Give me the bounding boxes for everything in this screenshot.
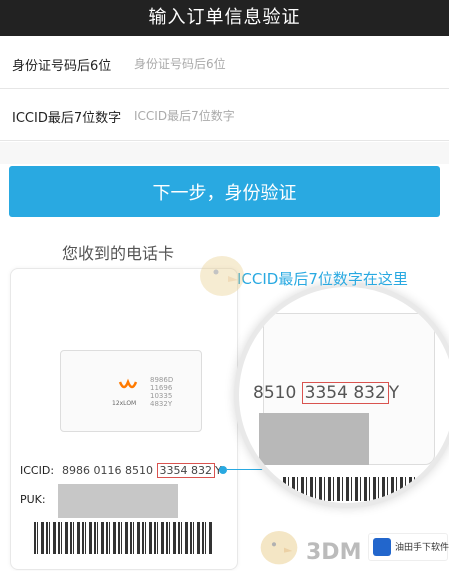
carrier-logo-icon <box>118 378 138 389</box>
iccid-callout: ICCID最后7位数字在这里 <box>237 270 408 288</box>
section-gap <box>0 142 449 164</box>
id-number-label: 身份证号码后6位 <box>12 58 112 74</box>
sim-number-line: 11696 <box>150 384 173 392</box>
sim-number-line: 8986D <box>150 376 174 384</box>
iccid-label: ICCID最后7位数字 <box>12 110 122 126</box>
id-number-row: 身份证号码后6位 <box>0 40 449 89</box>
mascot-watermark-icon <box>260 531 298 565</box>
magnified-barcode <box>283 477 443 501</box>
magnifier-circle: 8510 3354 832 Y <box>234 282 449 508</box>
magnified-puk-box <box>259 413 369 465</box>
sim-iccid-line: ICCID:8986 0116 8510 3354 832Y <box>20 463 222 478</box>
site-logo-icon <box>373 538 391 556</box>
watermark-3dm: 3DM <box>306 540 362 565</box>
mascot-watermark-icon <box>200 256 244 296</box>
magnified-iccid: 8510 3354 832 Y <box>253 382 400 404</box>
sim-puk-label: PUK: <box>20 493 46 506</box>
iccid-input[interactable] <box>132 108 416 124</box>
site-watermark: 油田手下软件网 <box>368 533 449 561</box>
sim-brand-text: 12xLOM <box>112 400 137 407</box>
sim-numbers: 8986D 11696 10335 4832Y <box>150 376 173 408</box>
page-title: 输入订单信息验证 <box>0 0 449 36</box>
sim-iccid-highlight: 3354 832 <box>156 463 216 478</box>
mag-iccid-suffix: Y <box>388 383 400 403</box>
sim-iccid-label: ICCID: <box>20 464 55 477</box>
iccid-row: ICCID最后7位数字 <box>0 92 449 141</box>
mag-iccid-highlight: 3354 832 <box>301 382 389 404</box>
sim-number-line: 4832Y <box>150 400 173 408</box>
site-watermark-text: 油田手下软件网 <box>395 543 449 553</box>
next-step-button[interactable]: 下一步，身份验证 <box>9 166 440 217</box>
id-number-input[interactable] <box>132 56 416 72</box>
puk-scratch-box <box>58 484 178 518</box>
sim-iccid-prefix: 8986 0116 8510 <box>62 464 157 477</box>
sim-number-line: 10335 <box>150 392 173 400</box>
pointer-dot-icon <box>219 466 227 474</box>
illustration-caption: 您收到的电话卡 <box>62 244 175 263</box>
mag-iccid-prefix: 8510 <box>253 383 302 403</box>
sim-barcode <box>34 522 212 554</box>
